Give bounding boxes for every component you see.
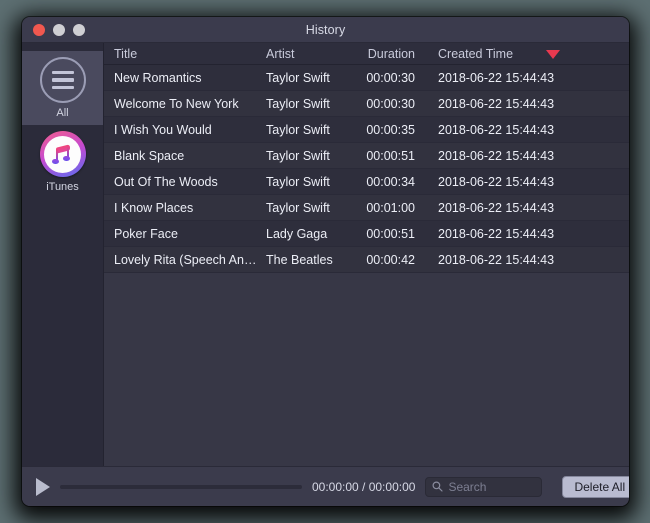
sidebar-item-all-label: All xyxy=(56,107,69,119)
cell-created-time: 2018-06-22 15:44:43 xyxy=(438,226,555,241)
cell-created-time: 2018-06-22 15:44:43 xyxy=(438,148,555,163)
column-header-artist[interactable]: Artist xyxy=(266,47,294,61)
itunes-icon xyxy=(39,131,86,177)
table-row[interactable]: Lovely Rita (Speech And … The Beatles 00:0… xyxy=(104,247,629,273)
cell-duration: 00:01:00 xyxy=(366,200,415,215)
minimize-button[interactable] xyxy=(53,23,65,36)
cell-created-time: 2018-06-22 15:44:43 xyxy=(438,70,555,85)
cell-title: Lovely Rita (Speech And … xyxy=(114,252,262,267)
history-table: Title Artist Duration Created Time New R… xyxy=(104,43,629,466)
cell-artist: Taylor Swift xyxy=(266,96,330,111)
window-title: History xyxy=(305,22,346,37)
sort-descending-icon[interactable] xyxy=(546,50,560,59)
sidebar-item-itunes[interactable]: iTunes xyxy=(22,125,103,199)
window-body: All iTunes Title Artist Duration Created… xyxy=(22,43,629,466)
search-placeholder: Search xyxy=(448,479,487,494)
cell-title: Poker Face xyxy=(114,226,178,241)
cell-duration: 00:00:35 xyxy=(366,122,415,137)
cell-title: Out Of The Woods xyxy=(114,174,218,189)
traffic-light-group xyxy=(33,23,85,36)
cell-title: Welcome To New York xyxy=(114,96,239,111)
desktop-backdrop: History All iTunes Title Artist Duration… xyxy=(0,0,650,523)
window-titlebar: History xyxy=(22,17,629,43)
close-button[interactable] xyxy=(33,23,45,36)
cell-title: New Romantics xyxy=(114,70,202,85)
table-header-row: Title Artist Duration Created Time xyxy=(104,43,629,65)
cell-created-time: 2018-06-22 15:44:43 xyxy=(438,252,555,267)
cell-duration: 00:00:30 xyxy=(366,70,415,85)
column-header-created-time[interactable]: Created Time xyxy=(438,47,513,61)
cell-artist: Taylor Swift xyxy=(266,174,330,189)
cell-title: I Wish You Would xyxy=(114,122,212,137)
cell-title: Blank Space xyxy=(114,148,185,163)
sidebar-item-all[interactable]: All xyxy=(22,51,103,125)
cell-created-time: 2018-06-22 15:44:43 xyxy=(438,200,555,215)
column-header-title[interactable]: Title xyxy=(114,47,137,61)
cell-artist: Taylor Swift xyxy=(266,200,330,215)
table-row[interactable]: Blank Space Taylor Swift 00:00:51 2018-06-2… xyxy=(104,143,629,169)
cell-duration: 00:00:42 xyxy=(366,252,415,267)
table-row[interactable]: Welcome To New York Taylor Swift 00:00:30 2… xyxy=(104,91,629,117)
cell-artist: Taylor Swift xyxy=(266,122,330,137)
maximize-button[interactable] xyxy=(73,23,85,36)
table-row[interactable]: I Know Places Taylor Swift 00:01:00 2018-06… xyxy=(104,195,629,221)
cell-artist: The Beatles xyxy=(266,252,333,267)
cell-created-time: 2018-06-22 15:44:43 xyxy=(438,122,555,137)
table-row[interactable]: Out Of The Woods Taylor Swift 00:00:34 2018… xyxy=(104,169,629,195)
table-row[interactable]: New Romantics Taylor Swift 00:00:30 2018-06… xyxy=(104,65,629,91)
cell-created-time: 2018-06-22 15:44:43 xyxy=(438,96,555,111)
sidebar-item-itunes-label: iTunes xyxy=(46,181,79,193)
cell-artist: Taylor Swift xyxy=(266,70,330,85)
cell-duration: 00:00:30 xyxy=(366,96,415,111)
search-input[interactable]: Search xyxy=(425,476,543,497)
play-icon[interactable] xyxy=(36,477,50,496)
search-icon xyxy=(432,481,444,492)
sidebar: All iTunes xyxy=(22,43,104,466)
table-body: New Romantics Taylor Swift 00:00:30 2018-06… xyxy=(104,65,629,273)
cell-duration: 00:00:51 xyxy=(366,148,415,163)
history-window: History All iTunes Title Artist Duration… xyxy=(22,17,629,506)
seek-slider[interactable] xyxy=(60,484,302,489)
cell-created-time: 2018-06-22 15:44:43 xyxy=(438,174,555,189)
delete-all-button[interactable]: Delete All xyxy=(562,475,629,498)
table-empty-area xyxy=(104,273,629,466)
cell-duration: 00:00:51 xyxy=(366,226,415,241)
table-row[interactable]: I Wish You Would Taylor Swift 00:00:35 2018… xyxy=(104,117,629,143)
hamburger-circle-icon xyxy=(39,57,86,103)
cell-artist: Lady Gaga xyxy=(266,226,328,241)
table-row[interactable]: Poker Face Lady Gaga 00:00:51 2018-06-22 15… xyxy=(104,221,629,247)
player-toolbar: 00:00:00 / 00:00:00 Search Delete All xyxy=(22,466,629,506)
cell-artist: Taylor Swift xyxy=(266,148,330,163)
column-header-duration[interactable]: Duration xyxy=(359,47,415,61)
cell-duration: 00:00:34 xyxy=(366,174,415,189)
cell-title: I Know Places xyxy=(114,200,194,215)
playback-time: 00:00:00 / 00:00:00 xyxy=(312,479,416,494)
